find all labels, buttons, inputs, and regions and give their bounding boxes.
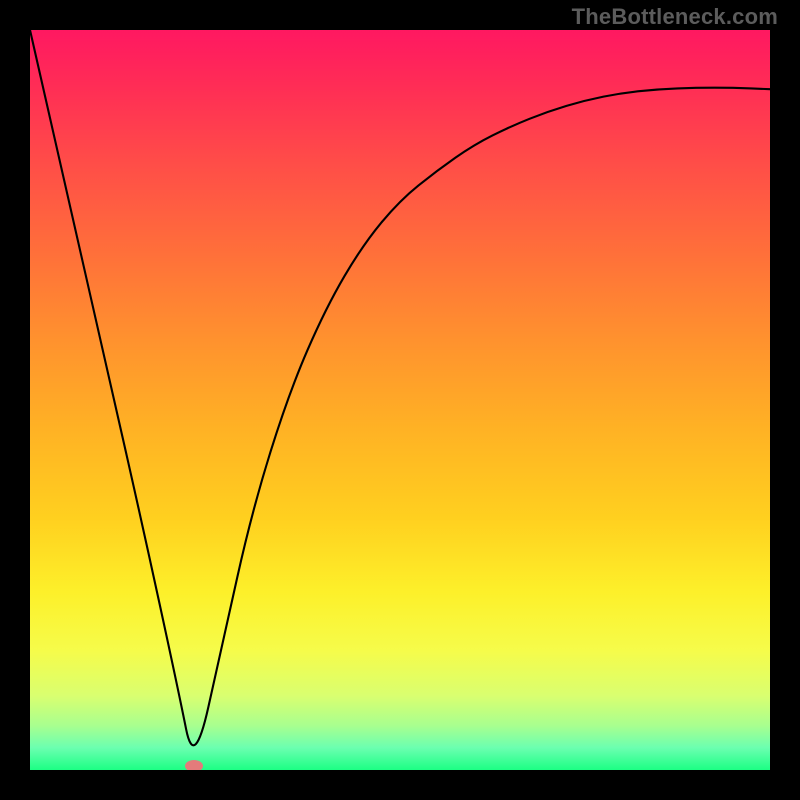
watermark-text: TheBottleneck.com bbox=[572, 4, 778, 30]
plot-area bbox=[30, 30, 770, 770]
bottleneck-curve bbox=[30, 30, 770, 745]
chart-frame: TheBottleneck.com bbox=[0, 0, 800, 800]
minimum-marker bbox=[185, 760, 203, 770]
curve-svg bbox=[30, 30, 770, 770]
